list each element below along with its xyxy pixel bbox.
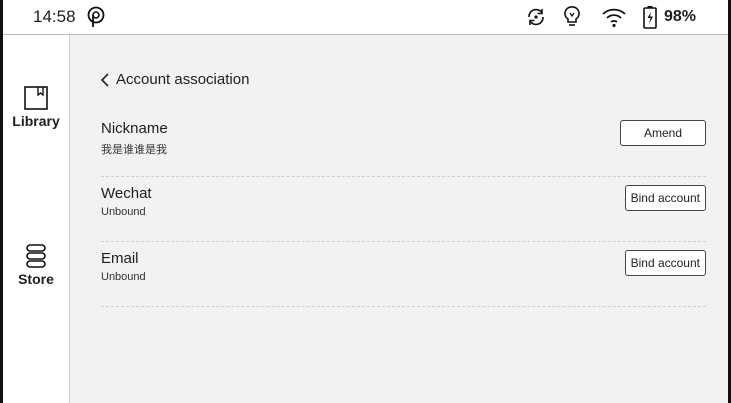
account-row-wechat: Wechat Unbound Bind account: [101, 185, 706, 242]
frontlight-icon: [564, 6, 580, 26]
row-value: Unbound: [101, 271, 146, 283]
sidebar-item-label: Store: [18, 271, 54, 287]
amend-button[interactable]: Amend: [620, 120, 706, 146]
row-title: Wechat: [101, 185, 152, 202]
chevron-left-icon: [100, 72, 109, 87]
wifi-icon: [602, 8, 626, 28]
page-title: Account association: [116, 71, 250, 88]
account-row-email: Email Unbound Bind account: [101, 250, 706, 307]
account-association-page: Account association Nickname 我是谁谁是我 Amen…: [70, 35, 728, 403]
row-title: Email: [101, 250, 139, 267]
row-title: Nickname: [101, 120, 168, 137]
row-value: 我是谁谁是我: [101, 144, 167, 156]
battery-icon: [643, 6, 657, 29]
battery-percent: 98%: [664, 8, 697, 25]
sidebar: Library Store: [3, 35, 70, 403]
row-value: Unbound: [101, 206, 146, 218]
p-logo-icon: [87, 6, 105, 27]
sidebar-item-store[interactable]: Store: [3, 243, 69, 287]
status-bar: 14:58 98%: [3, 0, 728, 35]
back-button[interactable]: Account association: [100, 71, 249, 88]
account-row-nickname: Nickname 我是谁谁是我 Amend: [101, 120, 706, 177]
sidebar-item-label: Library: [12, 113, 60, 129]
status-time: 14:58: [33, 7, 76, 26]
sidebar-item-library[interactable]: Library: [3, 85, 69, 129]
book-icon: [24, 86, 48, 110]
sync-icon: [528, 8, 544, 26]
store-icon: [26, 244, 46, 268]
bind-email-button[interactable]: Bind account: [624, 250, 706, 276]
bind-wechat-button[interactable]: Bind account: [624, 185, 706, 211]
